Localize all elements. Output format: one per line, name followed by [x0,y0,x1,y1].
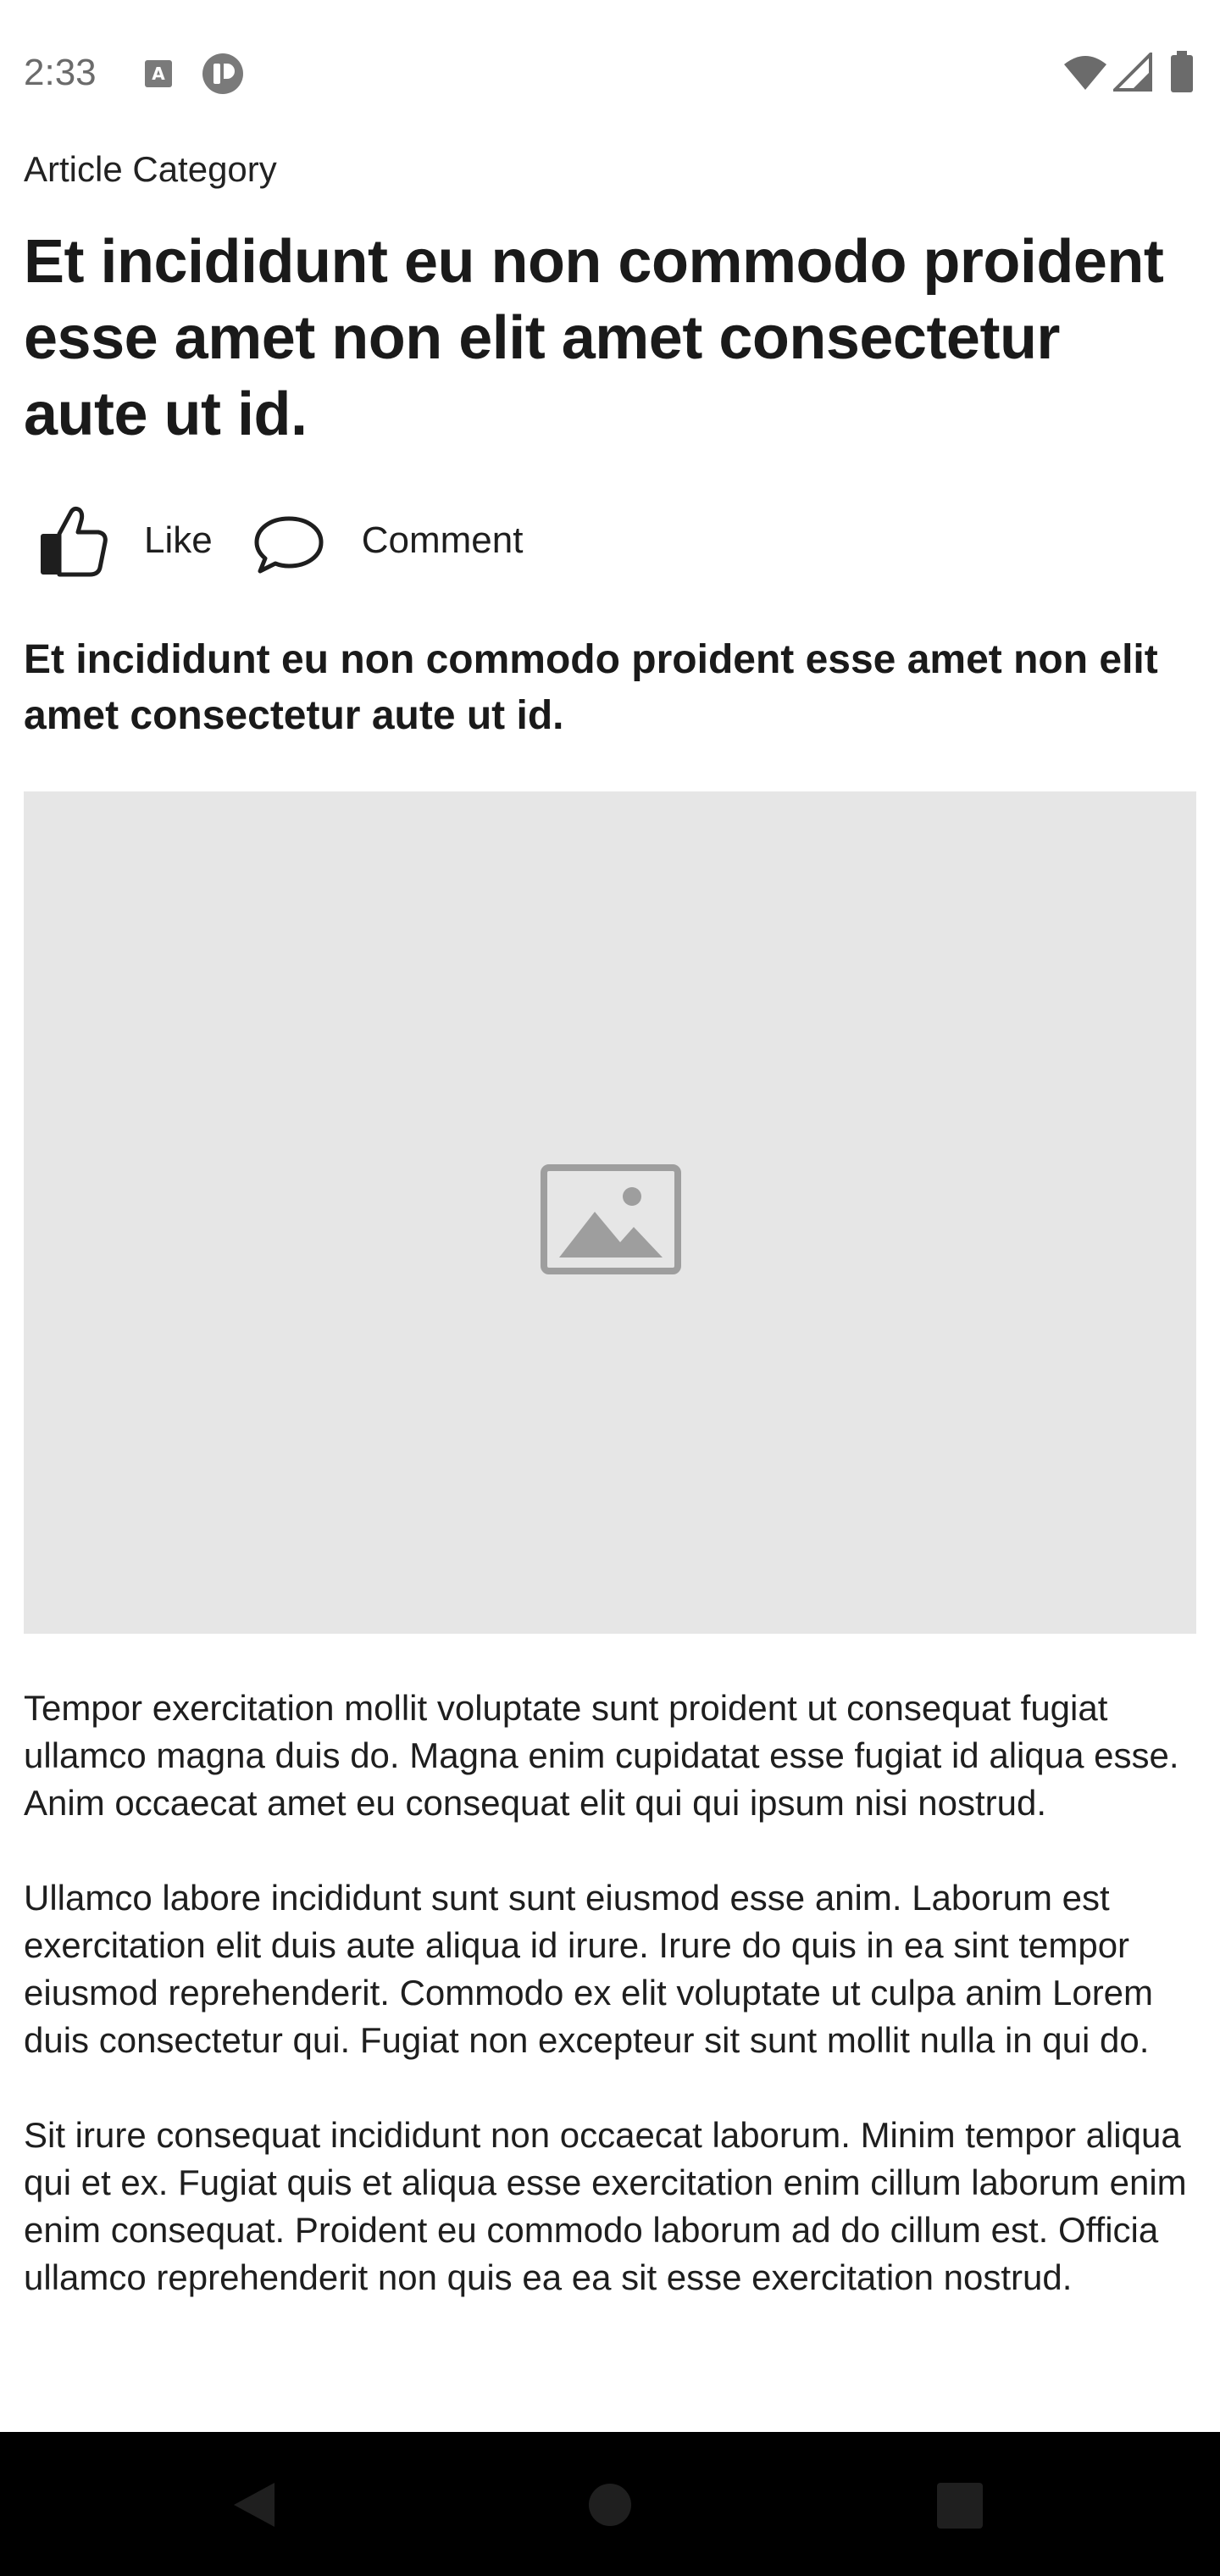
wifi-icon [1062,54,1108,96]
navigation-bar [0,2432,1220,2576]
speech-bubble-icon [248,500,330,581]
article-paragraph: Tempor exercitation mollit voluptate sun… [24,1688,1179,1823]
status-bar: 2:33 A [0,0,1220,127]
article-body: Tempor exercitation mollit voluptate sun… [24,1685,1196,2301]
keyboard-a-icon: A [144,59,173,92]
image-placeholder-icon [541,1164,681,1274]
status-time: 2:33 [24,52,97,93]
nav-recents-icon[interactable] [937,2483,983,2533]
article-paragraph: Sit irure consequat incididunt non occae… [24,2115,1187,2297]
article-paragraph: Ullamco labore incididunt sunt sunt eius… [24,1878,1154,2060]
like-label: Like [144,519,213,561]
battery-icon [1169,51,1195,97]
nav-home-icon[interactable] [588,2483,632,2531]
article-content[interactable]: Article Category Et incididunt eu non co… [24,142,1196,2432]
article-screen: 2:33 A Article Category Et incididunt eu… [0,0,1220,2576]
svg-text:A: A [152,64,165,84]
article-actions: Like Comment [24,498,1196,583]
like-button[interactable]: Like [24,500,213,581]
thumbs-up-icon [30,500,112,581]
cellular-signal-icon [1111,50,1152,96]
article-subtitle: Et incididunt eu non commodo proident es… [24,637,1158,738]
nav-back-icon[interactable] [230,2481,276,2533]
comment-label: Comment [361,519,524,561]
article-title: Et incididunt eu non commodo proident es… [24,228,1164,448]
article-category: Article Category [24,149,277,189]
app-badge-icon [202,53,244,99]
comment-button[interactable]: Comment [248,500,524,581]
article-image [24,791,1196,1634]
